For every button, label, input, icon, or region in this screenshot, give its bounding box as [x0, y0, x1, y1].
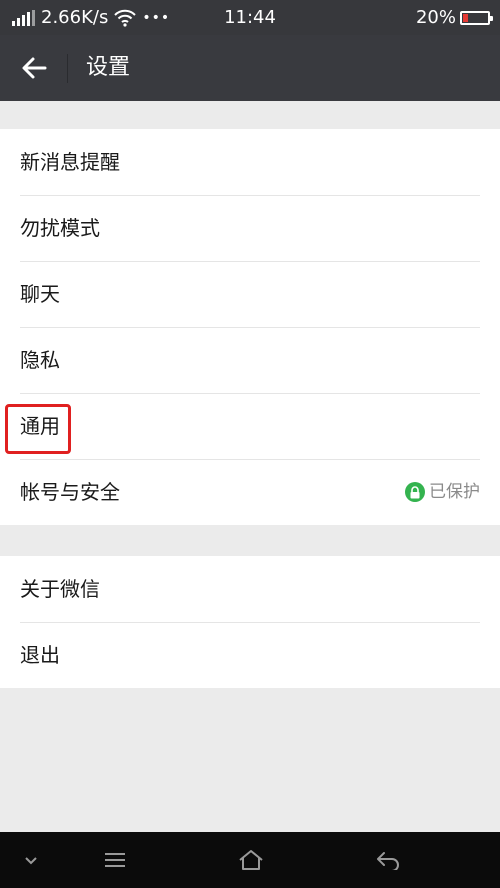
nav-home-button[interactable]: [221, 832, 281, 888]
arrow-left-icon: [22, 57, 47, 79]
back-button[interactable]: [14, 49, 54, 87]
nav-back-button[interactable]: [358, 832, 418, 888]
back-icon: [377, 852, 399, 870]
settings-item-label: 聊天: [20, 282, 60, 306]
chevron-down-icon: [25, 857, 37, 865]
settings-item-privacy[interactable]: 隐私: [0, 327, 500, 393]
settings-item-label: 隐私: [20, 348, 60, 372]
status-right: 20%: [415, 0, 493, 35]
status-bar: 2.66K/s ••• 11:44 20%: [0, 0, 500, 35]
settings-item-label: 通用: [20, 414, 60, 438]
title-divider: [67, 54, 68, 83]
settings-item-label: 勿扰模式: [20, 216, 100, 240]
battery-icon: [460, 10, 493, 25]
battery-percent: 20%: [415, 7, 456, 28]
settings-item-label: 帐号与安全: [20, 480, 120, 504]
settings-item-about[interactable]: 关于微信: [0, 556, 500, 622]
settings-item-label: 新消息提醒: [20, 150, 120, 174]
account-status-text: 已保护: [429, 482, 480, 502]
lock-icon: [405, 482, 425, 502]
home-icon: [239, 850, 263, 870]
account-status: 已保护: [405, 459, 480, 525]
settings-group-main: 新消息提醒 勿扰模式 聊天 隐私 通用 帐号与安全 已保护: [0, 129, 500, 525]
settings-group-secondary: 关于微信 退出: [0, 556, 500, 688]
settings-item-account-security[interactable]: 帐号与安全 已保护: [0, 459, 500, 525]
nav-collapse-button[interactable]: [1, 832, 61, 888]
settings-item-chat[interactable]: 聊天: [0, 261, 500, 327]
settings-item-notifications[interactable]: 新消息提醒: [0, 129, 500, 195]
menu-icon: [105, 853, 125, 867]
settings-item-label: 关于微信: [20, 577, 100, 601]
title-bar: 设置: [0, 35, 500, 101]
system-nav-bar: [0, 832, 500, 888]
settings-item-logout[interactable]: 退出: [0, 622, 500, 688]
nav-menu-button[interactable]: [85, 832, 145, 888]
settings-item-general[interactable]: 通用: [0, 393, 500, 459]
settings-item-do-not-disturb[interactable]: 勿扰模式: [0, 195, 500, 261]
settings-item-label: 退出: [20, 643, 60, 667]
page-title: 设置: [86, 55, 131, 80]
